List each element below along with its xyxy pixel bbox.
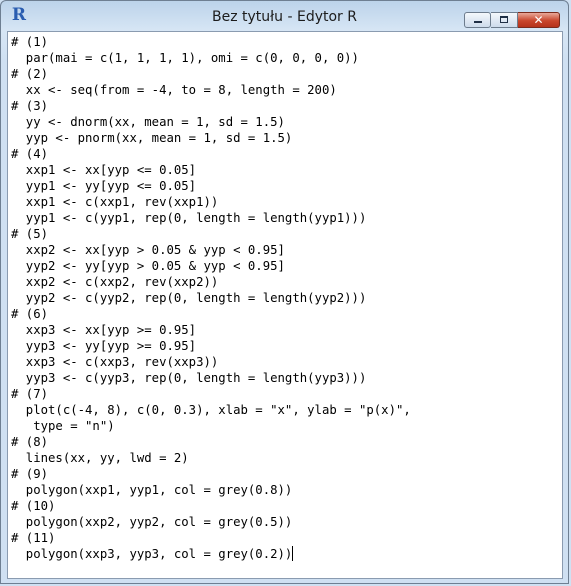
code-line: polygon(xxp1, yyp1, col = grey(0.8)) — [11, 483, 293, 497]
code-line: # (6) — [11, 307, 49, 321]
close-button[interactable]: ✕ — [518, 12, 560, 28]
code-line: # (2) — [11, 67, 49, 81]
maximize-icon — [500, 16, 508, 23]
code-area[interactable]: # (1) par(mai = c(1, 1, 1, 1), omi = c(0… — [11, 34, 411, 562]
code-line-text: polygon(xxp3, yyp3, col = grey(0.2)) — [11, 547, 293, 561]
code-line: polygon(xxp2, yyp2, col = grey(0.5)) — [11, 515, 293, 529]
code-line: # (8) — [11, 435, 49, 449]
code-editor[interactable]: # (1) par(mai = c(1, 1, 1, 1), omi = c(0… — [7, 31, 563, 579]
maximize-button[interactable] — [491, 12, 518, 28]
code-line: yyp2 <- c(yyp2, rep(0, length = length(y… — [11, 291, 367, 305]
code-line: yyp3 <- yy[yyp >= 0.95] — [11, 339, 197, 353]
editor-window: R Bez tytułu - Edytor R ✕ # (1) par(mai … — [0, 0, 569, 584]
code-line: yyp3 <- c(yyp3, rep(0, length = length(y… — [11, 371, 367, 385]
code-line: # (1) — [11, 35, 49, 49]
code-line: # (7) — [11, 387, 49, 401]
code-line: yyp2 <- yy[yyp > 0.05 & yyp < 0.95] — [11, 259, 285, 273]
code-line: yyp1 <- c(yyp1, rep(0, length = length(y… — [11, 211, 367, 225]
code-line: plot(c(-4, 8), c(0, 0.3), xlab = "x", yl… — [11, 403, 411, 417]
code-line: type = "n") — [11, 419, 115, 433]
minimize-button[interactable] — [464, 12, 491, 28]
code-line: # (4) — [11, 147, 49, 161]
code-line: # (5) — [11, 227, 49, 241]
text-caret — [292, 546, 294, 561]
code-line: xxp1 <- c(xxp1, rev(xxp1)) — [11, 195, 219, 209]
code-line: xx <- seq(from = -4, to = 8, length = 20… — [11, 83, 337, 97]
code-line: yy <- dnorm(xx, mean = 1, sd = 1.5) — [11, 115, 285, 129]
code-line: xxp3 <- c(xxp3, rev(xxp3)) — [11, 355, 219, 369]
code-line: xxp2 <- xx[yyp > 0.05 & yyp < 0.95] — [11, 243, 285, 257]
code-line: # (9) — [11, 467, 49, 481]
minimize-icon — [474, 21, 482, 23]
code-line: xxp2 <- c(xxp2, rev(xxp2)) — [11, 275, 219, 289]
code-line: xxp1 <- xx[yyp <= 0.05] — [11, 163, 197, 177]
code-line: # (10) — [11, 499, 56, 513]
close-icon: ✕ — [533, 13, 544, 27]
code-line: lines(xx, yy, lwd = 2) — [11, 451, 189, 465]
code-line: # (3) — [11, 99, 49, 113]
code-line: par(mai = c(1, 1, 1, 1), omi = c(0, 0, 0… — [11, 51, 359, 65]
title-bar[interactable]: R Bez tytułu - Edytor R ✕ — [1, 1, 568, 31]
code-line: yyp1 <- yy[yyp <= 0.05] — [11, 179, 197, 193]
code-line: yyp <- pnorm(xx, mean = 1, sd = 1.5) — [11, 131, 293, 145]
code-line: # (11) — [11, 531, 56, 545]
code-line: xxp3 <- xx[yyp >= 0.95] — [11, 323, 197, 337]
code-line-last: polygon(xxp3, yyp3, col = grey(0.2)) — [11, 546, 411, 562]
